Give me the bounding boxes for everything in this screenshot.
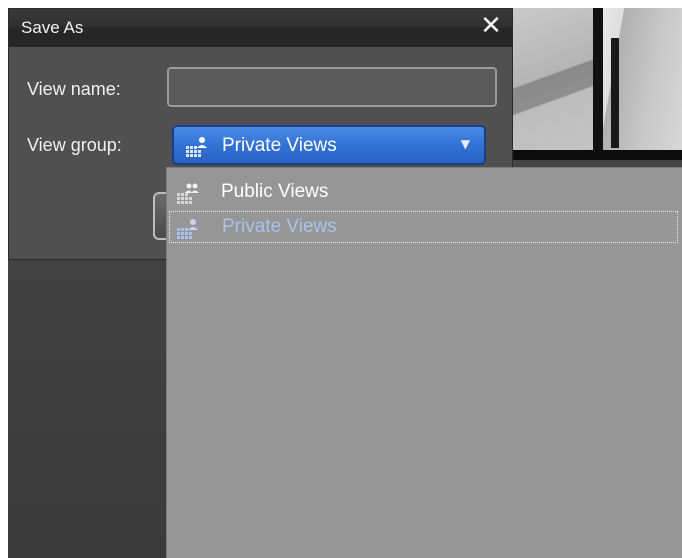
view-name-label: View name: [27,79,121,99]
view-group-select[interactable]: Private Views ▼ [172,125,486,165]
views-group-icon [175,216,201,246]
camera-feed-thumbnail[interactable] [603,8,682,156]
views-group-icon [175,181,201,211]
views-group-icon [184,134,210,164]
view-group-label: View group: [27,135,122,155]
close-icon[interactable]: ✕ [478,13,504,39]
camera-divider [593,8,603,156]
dropdown-option-label: Public Views [221,181,329,202]
view-group-dropdown-list: Public Views Private Views [166,167,682,558]
view-group-selected-value: Private Views [222,135,337,156]
view-name-input[interactable] [167,67,497,107]
dropdown-option-public-views[interactable]: Public Views [169,176,678,208]
dialog-titlebar[interactable]: Save As ✕ [9,9,512,47]
chevron-down-icon: ▼ [460,137,470,151]
camera-grid-border [513,150,682,160]
dropdown-option-label: Private Views [222,216,337,237]
dialog-title: Save As [21,18,84,37]
camera-feed-thumbnail[interactable] [513,8,593,156]
dropdown-option-private-views[interactable]: Private Views [169,211,678,243]
